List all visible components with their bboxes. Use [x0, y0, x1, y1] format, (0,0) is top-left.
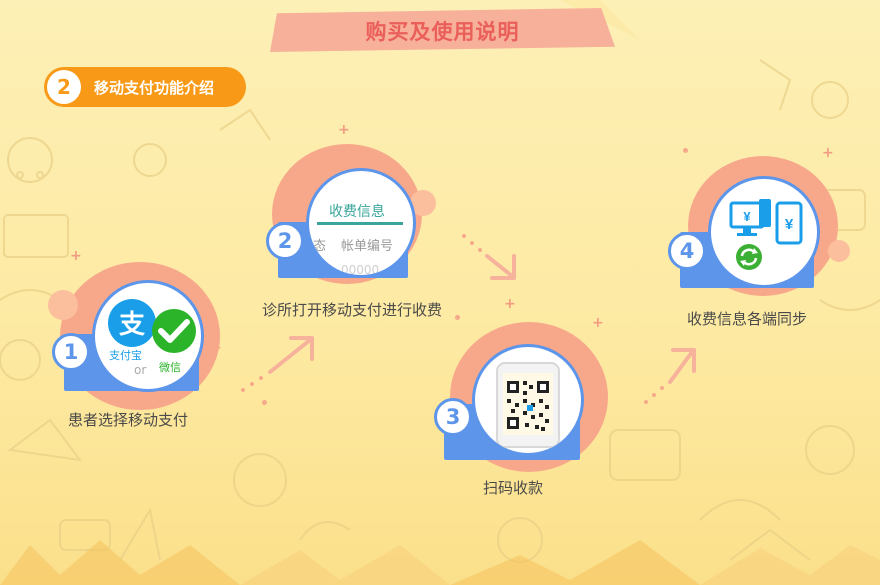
- step-3-illustration: [472, 344, 584, 456]
- splat-background: [828, 240, 850, 262]
- decor-plus: +: [592, 315, 604, 331]
- alipay-label: 支付宝: [109, 349, 142, 362]
- section-number: 2: [47, 70, 81, 104]
- phone-icon: ¥: [775, 201, 803, 245]
- step-4-caption: 收费信息各端同步: [687, 310, 808, 328]
- sync-icon: [736, 244, 762, 270]
- step-4-number: 4: [668, 232, 706, 270]
- arrow-step2-to-step3: [462, 234, 516, 280]
- arrow-step3-to-step4: [644, 348, 696, 404]
- alipay-wechat-graphic: 支: [108, 299, 196, 353]
- status-column: 态: [313, 239, 327, 254]
- decor-dot: [455, 315, 460, 320]
- step-1-caption: 患者选择移动支付: [68, 411, 189, 429]
- phone-qr-graphic: [496, 362, 560, 448]
- svg-text:¥: ¥: [785, 216, 794, 233]
- decor-dot: [262, 400, 267, 405]
- charge-info-tab: 收费信息: [329, 204, 385, 220]
- arrow-step1-to-step2: [241, 336, 314, 392]
- wechat-label: 微信: [159, 361, 181, 374]
- step-1-number: 1: [52, 333, 90, 371]
- decor-dot: [683, 148, 688, 153]
- section-title: 移动支付功能介绍: [94, 79, 215, 97]
- step-1-illustration: 支 支付宝 or 微信: [92, 280, 204, 392]
- svg-text:¥: ¥: [743, 209, 751, 224]
- decor-plus: +: [70, 248, 82, 264]
- decor-plus: +: [338, 122, 350, 138]
- decor-plus: +: [822, 145, 834, 161]
- splat-background: [48, 290, 78, 320]
- page-title: 购买及使用说明: [365, 20, 520, 44]
- step-2-illustration: 收费信息 态 帐单编号 00000: [306, 168, 416, 278]
- sync-graphic: ¥ ¥: [729, 199, 803, 270]
- step-4-illustration: ¥ ¥: [708, 176, 820, 288]
- page: 购买及使用说明 2 移动支付功能介绍 + + + + + + 支 支付宝 or …: [0, 0, 880, 585]
- section-header: 2 移动支付功能介绍: [44, 67, 246, 107]
- computer-icon: ¥: [729, 199, 771, 236]
- svg-text:支: 支: [119, 309, 145, 339]
- bill-number-column: 帐单编号: [341, 239, 394, 254]
- step-2-caption: 诊所打开移动支付进行收费: [262, 301, 443, 319]
- step-3-caption: 扫码收款: [483, 479, 544, 497]
- decor-plus: +: [504, 296, 516, 312]
- tab-underline: [317, 222, 403, 225]
- step-3-number: 3: [434, 398, 472, 436]
- step-2-number: 2: [266, 222, 304, 260]
- or-label: or: [134, 363, 147, 377]
- bill-row-value: 00000: [341, 263, 380, 277]
